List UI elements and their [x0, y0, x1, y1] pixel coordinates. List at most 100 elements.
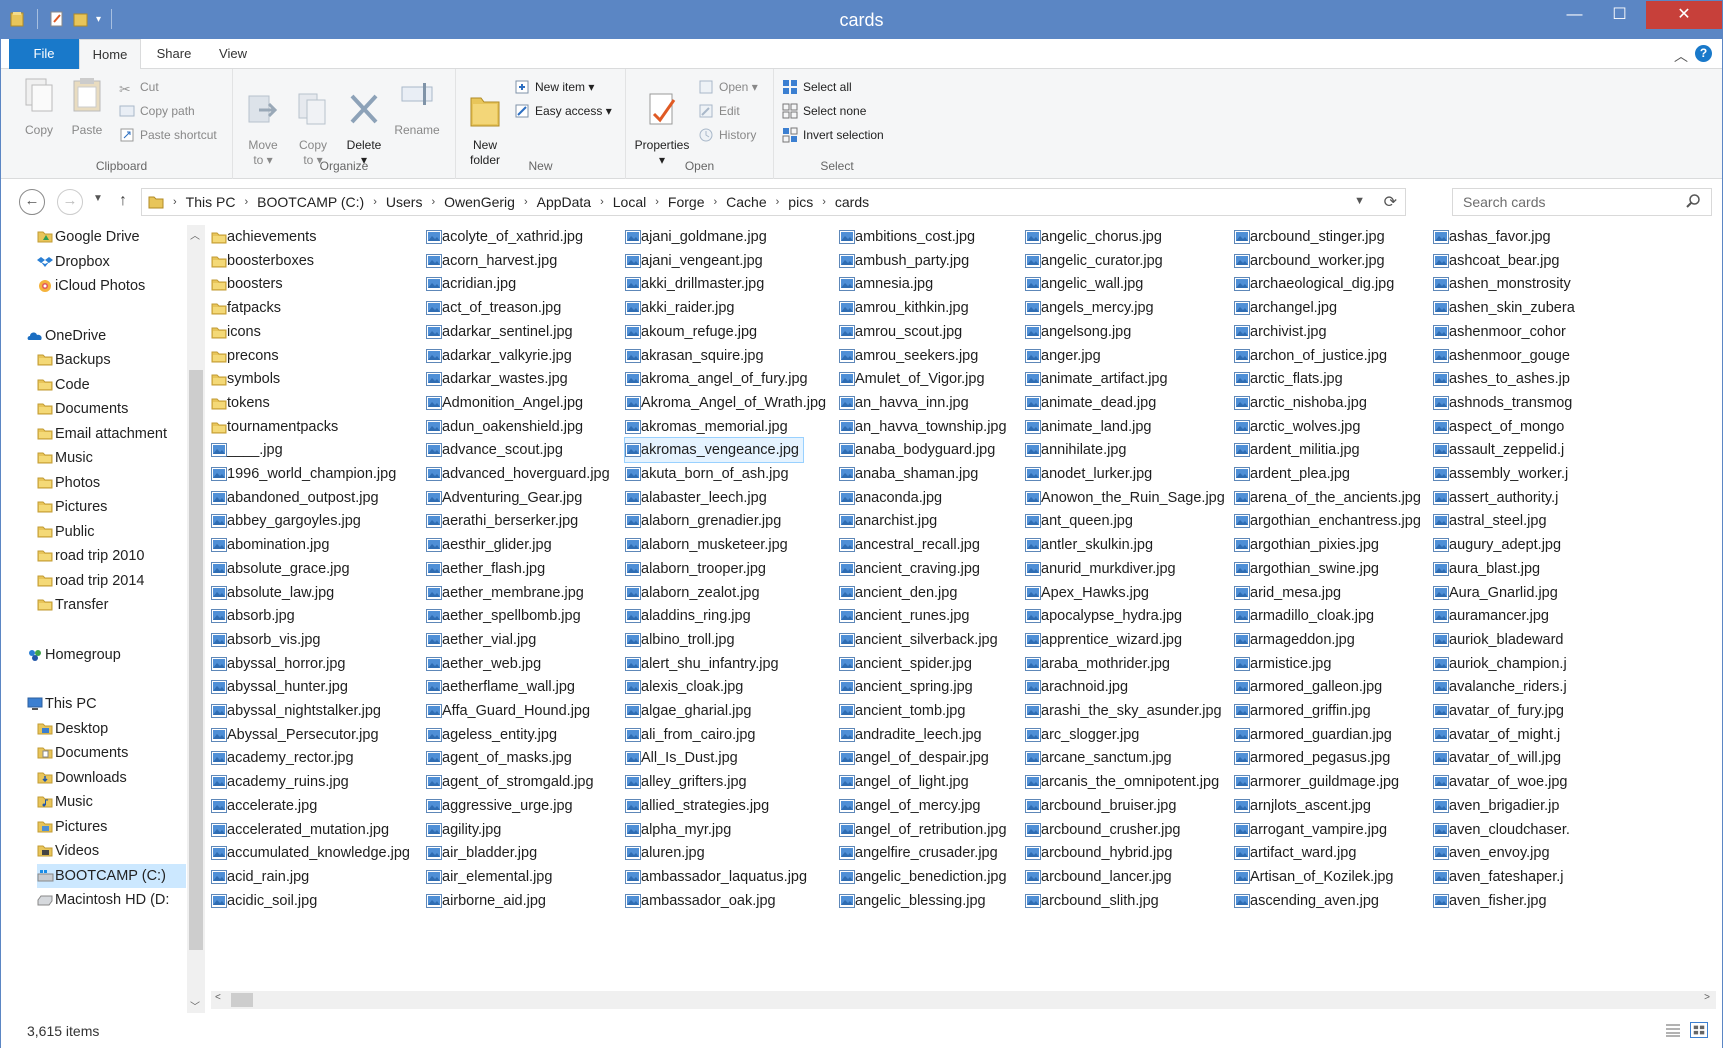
file-item[interactable]: act_of_treason.jpg	[426, 296, 561, 320]
file-item[interactable]: ardent_plea.jpg	[1234, 462, 1350, 486]
file-item[interactable]: angelic_blessing.jpg	[839, 889, 986, 913]
file-item[interactable]: arctic_nishoba.jpg	[1234, 391, 1367, 415]
file-item[interactable]: ancient_tomb.jpg	[839, 699, 965, 723]
file-item[interactable]: akroma_angel_of_fury.jpg	[625, 367, 808, 391]
file-item[interactable]: an_havva_township.jpg	[839, 415, 1007, 439]
file-item[interactable]: agent_of_masks.jpg	[426, 746, 572, 770]
breadcrumb-separator-icon[interactable]: ›	[244, 196, 248, 208]
file-item[interactable]: Aura_Gnarlid.jpg	[1433, 581, 1558, 605]
file-item[interactable]: angelic_benediction.jpg	[839, 865, 1007, 889]
nav-item[interactable]: Macintosh HD (D:	[37, 888, 189, 912]
file-item[interactable]: Artisan_of_Kozilek.jpg	[1234, 865, 1393, 889]
file-item[interactable]: ardent_militia.jpg	[1234, 438, 1360, 462]
file-item[interactable]: advance_scout.jpg	[426, 438, 563, 462]
file-item[interactable]: akki_raider.jpg	[625, 296, 735, 320]
file-item[interactable]: acidic_soil.jpg	[211, 889, 317, 913]
file-item[interactable]: arcbound_slith.jpg	[1025, 889, 1159, 913]
collapse-ribbon-icon[interactable]: ︿	[1674, 46, 1688, 66]
file-item[interactable]: alexis_cloak.jpg	[625, 675, 743, 699]
file-item[interactable]: armored_griffin.jpg	[1234, 699, 1371, 723]
nav-item[interactable]: Homegroup	[27, 643, 141, 667]
file-item[interactable]: abomination.jpg	[211, 533, 329, 557]
file-item[interactable]: absorb_vis.jpg	[211, 628, 321, 652]
file-item[interactable]: Amulet_of_Vigor.jpg	[839, 367, 985, 391]
nav-item[interactable]: road trip 2014	[37, 569, 164, 593]
file-item[interactable]: ashnods_transmog	[1433, 391, 1572, 415]
file-item[interactable]: apocalypse_hydra.jpg	[1025, 604, 1182, 628]
nav-item[interactable]: Music	[37, 446, 113, 470]
file-item[interactable]: aether_web.jpg	[426, 652, 541, 676]
file-item[interactable]: arctic_wolves.jpg	[1234, 415, 1360, 439]
file-item[interactable]: archaeological_dig.jpg	[1234, 272, 1394, 296]
file-item[interactable]: aggressive_urge.jpg	[426, 794, 573, 818]
help-icon[interactable]: ?	[1695, 45, 1712, 62]
nav-item[interactable]: Pictures	[37, 815, 127, 839]
file-item[interactable]: anaba_bodyguard.jpg	[839, 438, 995, 462]
file-item[interactable]: animate_land.jpg	[1025, 415, 1151, 439]
edit-button[interactable]: Edit	[698, 101, 740, 121]
nav-item[interactable]: Videos	[37, 839, 119, 863]
file-item[interactable]: ashen_skin_zubera	[1433, 296, 1575, 320]
tab-home[interactable]: Home	[79, 39, 141, 70]
file-item[interactable]: ancient_craving.jpg	[839, 557, 980, 581]
file-item[interactable]: acolyte_of_xathrid.jpg	[426, 225, 583, 249]
file-item[interactable]: akromas_memorial.jpg	[625, 415, 788, 439]
nav-item[interactable]: Downloads	[37, 766, 147, 790]
details-view-icon[interactable]	[1664, 1022, 1682, 1038]
select-none-button[interactable]: Select none	[782, 101, 866, 121]
file-item[interactable]: ant_queen.jpg	[1025, 509, 1133, 533]
file-item[interactable]: artifact_ward.jpg	[1234, 841, 1356, 865]
file-item[interactable]: angelic_curator.jpg	[1025, 249, 1163, 273]
file-item[interactable]: aether_membrane.jpg	[426, 581, 584, 605]
nav-item[interactable]: Photos	[37, 471, 120, 495]
file-item[interactable]: alaborn_zealot.jpg	[625, 581, 760, 605]
file-item[interactable]: aluren.jpg	[625, 841, 705, 865]
file-item[interactable]: advanced_hoverguard.jpg	[426, 462, 610, 486]
paste-button[interactable]: Paste	[67, 75, 107, 138]
file-item[interactable]: armadillo_cloak.jpg	[1234, 604, 1374, 628]
nav-item[interactable]: Backups	[37, 348, 131, 372]
file-item[interactable]: angels_mercy.jpg	[1025, 296, 1154, 320]
file-item[interactable]: ashenmoor_gouge	[1433, 344, 1570, 368]
file-item[interactable]: arcbound_hybrid.jpg	[1025, 841, 1172, 865]
file-item[interactable]: aura_blast.jpg	[1433, 557, 1540, 581]
file-item[interactable]: armageddon.jpg	[1234, 628, 1355, 652]
file-item[interactable]: ashen_monstrosity	[1433, 272, 1571, 296]
nav-item[interactable]: Desktop	[37, 717, 128, 741]
folder-item[interactable]: tokens	[211, 391, 270, 415]
file-item[interactable]: aven_fisher.jpg	[1433, 889, 1547, 913]
file-item[interactable]: Akroma_Angel_of_Wrath.jpg	[625, 391, 826, 415]
nav-item[interactable]: Pictures	[37, 495, 127, 519]
file-item[interactable]: avatar_of_might.j	[1433, 723, 1560, 747]
file-item[interactable]: ambitions_cost.jpg	[839, 225, 975, 249]
file-item[interactable]: Apex_Hawks.jpg	[1025, 581, 1149, 605]
file-item[interactable]: All_Is_Dust.jpg	[625, 746, 738, 770]
search-icon[interactable]	[1685, 193, 1701, 209]
history-button[interactable]: History	[698, 125, 756, 145]
file-item[interactable]: annihilate.jpg	[1025, 438, 1126, 462]
file-item[interactable]: armorer_guildmage.jpg	[1234, 770, 1399, 794]
file-item[interactable]: assembly_worker.j	[1433, 462, 1568, 486]
file-item[interactable]: adarkar_sentinel.jpg	[426, 320, 573, 344]
nav-item[interactable]: Transfer	[37, 593, 128, 617]
file-item[interactable]: antler_skulkin.jpg	[1025, 533, 1153, 557]
address-dropdown-icon[interactable]: ▼	[1354, 195, 1365, 207]
file-item[interactable]: armored_guardian.jpg	[1234, 723, 1392, 747]
file-item[interactable]: Affa_Guard_Hound.jpg	[426, 699, 590, 723]
nav-item[interactable]: BOOTCAMP (C:)	[37, 863, 186, 888]
up-button[interactable]: ↑	[119, 192, 127, 210]
breadcrumb-item[interactable]: AppData	[537, 194, 591, 210]
open-button[interactable]: Open ▾	[698, 77, 758, 97]
copy-button[interactable]: Copy	[19, 75, 59, 138]
file-item[interactable]: auramancer.jpg	[1433, 604, 1549, 628]
nav-item[interactable]: Code	[37, 373, 110, 397]
file-item[interactable]: absorb.jpg	[211, 604, 295, 628]
file-item[interactable]: arcbound_crusher.jpg	[1025, 818, 1180, 842]
file-item[interactable]: agility.jpg	[426, 818, 501, 842]
breadcrumb-separator-icon[interactable]: ›	[173, 196, 177, 208]
recent-locations-button[interactable]: ▼	[93, 193, 103, 204]
file-item[interactable]: arashi_the_sky_asunder.jpg	[1025, 699, 1222, 723]
file-item[interactable]: archon_of_justice.jpg	[1234, 344, 1387, 368]
file-item[interactable]: air_elemental.jpg	[426, 865, 552, 889]
breadcrumb-separator-icon[interactable]: ›	[600, 196, 604, 208]
